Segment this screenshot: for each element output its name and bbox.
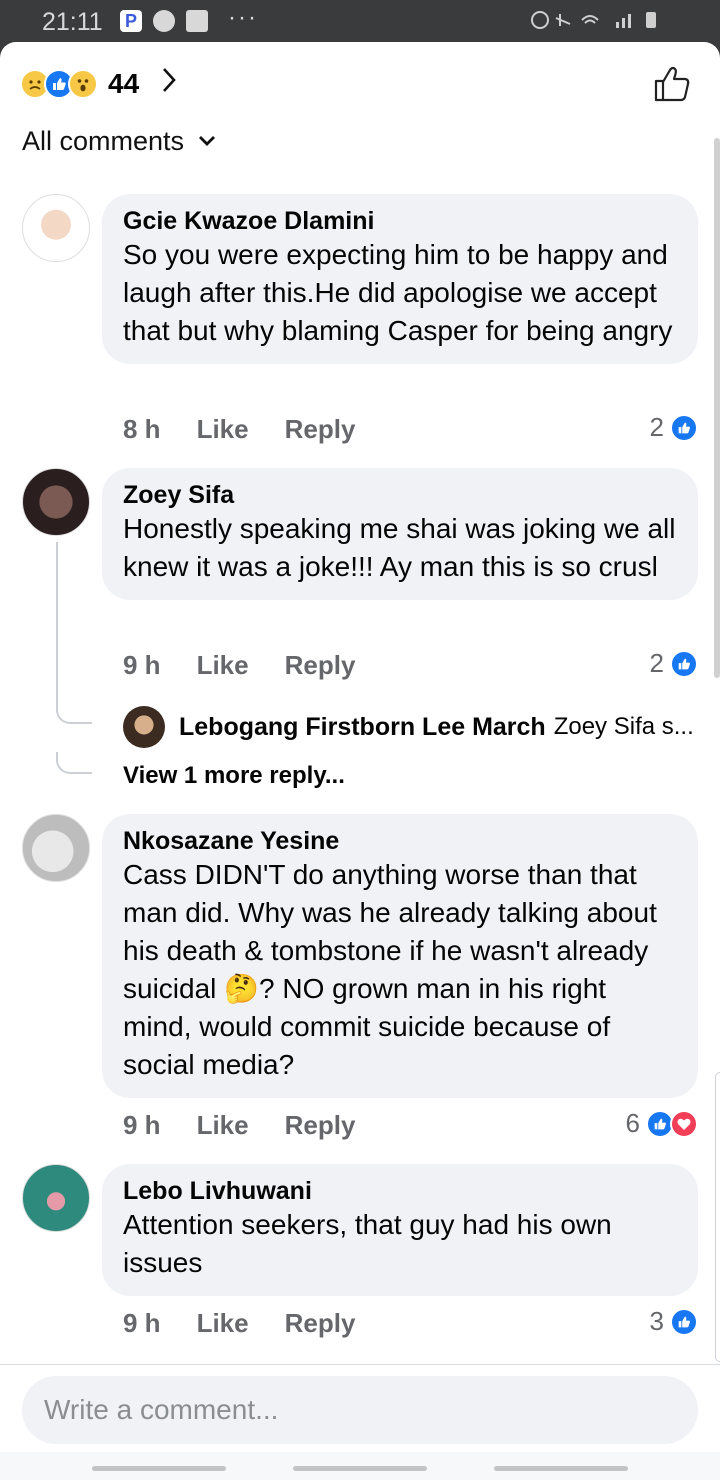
reply-snippet: Zoey Sifa s... [553, 713, 694, 740]
music-icon [153, 10, 175, 32]
view-more-replies-link[interactable]: View 1 more reply... [123, 762, 345, 790]
reply-button[interactable]: Reply [285, 1308, 356, 1339]
recents-button[interactable] [92, 1466, 226, 1471]
comment-author[interactable]: Nkosazane Yesine [123, 826, 678, 856]
avatar[interactable] [123, 706, 165, 748]
filter-label: All comments [22, 126, 185, 156]
thread-line [56, 542, 58, 712]
comment-author[interactable]: Gcie Kwazoe Dlamini [123, 206, 678, 236]
comment-actions: 9 h Like Reply [123, 650, 355, 681]
reply-author[interactable]: Lebogang Firstborn Lee March [179, 713, 546, 742]
p-app-icon: P [120, 10, 142, 32]
reply-button[interactable]: Reply [285, 1110, 356, 1141]
back-button[interactable] [494, 1466, 628, 1471]
system-nav-bar [0, 1452, 720, 1480]
reply-button[interactable]: Reply [285, 414, 356, 445]
comment-composer[interactable] [22, 1376, 698, 1444]
like-button[interactable]: Like [197, 650, 249, 681]
reply-button[interactable]: Reply [285, 650, 356, 681]
like-button[interactable]: Like [197, 414, 249, 445]
status-time: 21:11 [42, 8, 103, 36]
comment-reaction-count: 2 [649, 412, 664, 442]
wow-reaction-icon [68, 69, 98, 99]
comment-reaction-count: 6 [625, 1108, 640, 1138]
comment-author[interactable]: Lebo Livhuwani [123, 1176, 678, 1206]
scrollbar[interactable] [714, 138, 720, 678]
reactions-summary[interactable]: 44 [20, 66, 177, 102]
reaction-total: 44 [108, 68, 140, 99]
comment-reactions[interactable]: 6 [626, 1108, 698, 1139]
avatar[interactable] [22, 814, 90, 882]
system-status-icons [531, 11, 656, 29]
composer-divider [0, 1364, 720, 1365]
comment-text: Honestly speaking me shai was joking we … [123, 513, 676, 582]
like-button[interactable]: Like [197, 1110, 249, 1141]
comment-actions: 9 h Like Reply [123, 1110, 355, 1141]
avatar[interactable] [22, 468, 90, 536]
avatar[interactable] [22, 1164, 90, 1232]
comment-time[interactable]: 9 h [123, 650, 161, 681]
like-reaction-icon [670, 413, 698, 442]
comment-text: Attention seekers, that guy had his own … [123, 1209, 612, 1278]
comment-reactions[interactable]: 2 [650, 412, 698, 443]
comment-time[interactable]: 8 h [123, 414, 161, 445]
thumbs-up-outline-icon[interactable] [652, 64, 692, 104]
comment-reactions[interactable]: 2 [650, 648, 698, 679]
comment-bubble[interactable]: Lebo Livhuwani Attention seekers, that g… [102, 1164, 698, 1296]
chevron-right-icon [161, 66, 177, 102]
reply-preview[interactable]: Lebogang Firstborn Lee March Zoey Sifa s… [123, 706, 703, 748]
comment-text: Cass DIDN'T do anything worse than that … [123, 859, 657, 1080]
image-icon [186, 10, 208, 32]
comment-reaction-count: 2 [649, 648, 664, 678]
comment-actions: 8 h Like Reply [123, 414, 355, 445]
love-reaction-icon [670, 1109, 698, 1138]
scrollbar-thumb[interactable] [715, 1072, 720, 1362]
comments-sheet: 44 All comments Gcie Kwazoe Dlamini So y… [0, 42, 720, 1480]
like-reaction-icon [670, 649, 698, 678]
comment-time[interactable]: 9 h [123, 1308, 161, 1339]
avatar[interactable] [22, 194, 90, 262]
thread-connector [56, 702, 92, 724]
comment-input[interactable] [44, 1394, 698, 1426]
comment-time[interactable]: 9 h [123, 1110, 161, 1141]
comment-text: So you were expecting him to be happy an… [123, 239, 673, 346]
chevron-down-icon [198, 130, 216, 153]
like-button[interactable]: Like [197, 1308, 249, 1339]
comment-author[interactable]: Zoey Sifa [123, 480, 678, 510]
home-button[interactable] [293, 1466, 427, 1471]
comment-bubble[interactable]: Zoey Sifa Honestly speaking me shai was … [102, 468, 698, 600]
more-notifications-icon: ··· [228, 4, 258, 31]
comment-reaction-count: 3 [649, 1306, 664, 1336]
status-right-icons [530, 8, 680, 38]
like-reaction-icon [670, 1307, 698, 1336]
thread-connector [56, 752, 92, 774]
status-bar: 21:11 P ··· [0, 0, 720, 44]
comment-bubble[interactable]: Nkosazane Yesine Cass DIDN'T do anything… [102, 814, 698, 1098]
comment-bubble[interactable]: Gcie Kwazoe Dlamini So you were expectin… [102, 194, 698, 364]
comment-reactions[interactable]: 3 [650, 1306, 698, 1337]
comment-actions: 9 h Like Reply [123, 1308, 355, 1339]
comments-filter-dropdown[interactable]: All comments [22, 126, 216, 157]
